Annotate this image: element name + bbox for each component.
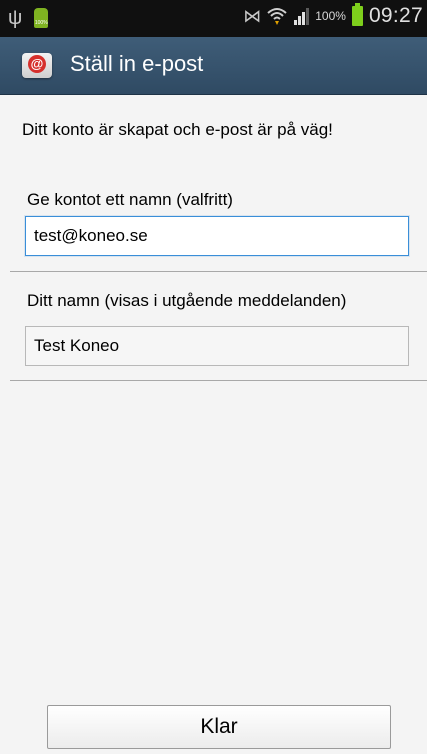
android-notification-icon: 100%	[34, 8, 49, 28]
signal-icon	[293, 7, 310, 25]
page-title: Ställ in e-post	[70, 51, 204, 76]
at-sign-icon: @	[28, 55, 46, 73]
usb-icon: ψ	[8, 7, 23, 29]
email-app-icon[interactable]: @	[22, 53, 52, 78]
wifi-icon	[267, 6, 287, 26]
clock: 09:27	[368, 4, 423, 27]
your-name-input[interactable]: Test Koneo	[25, 326, 409, 366]
intro-message: Ditt konto är skapat och e-post är på vä…	[22, 120, 333, 139]
status-bar-notifications: ψ 100%	[8, 6, 49, 30]
android-badge-text: 100%	[34, 20, 48, 26]
divider	[10, 271, 427, 272]
your-name-label: Ditt namn (visas i utgående meddelanden)	[27, 291, 347, 310]
battery-icon	[351, 3, 363, 26]
action-bar: @ Ställ in e-post	[0, 37, 427, 95]
divider	[10, 380, 427, 381]
mute-icon: ⋈	[243, 5, 262, 26]
done-button[interactable]: Klar	[47, 705, 391, 749]
status-bar: ψ 100% ⋈ 100% 09:27	[0, 0, 427, 37]
account-name-input[interactable]: test@koneo.se	[25, 216, 409, 256]
status-bar-system: ⋈ 100% 09:27	[243, 3, 423, 28]
battery-percent: 100%	[315, 9, 346, 23]
account-name-label: Ge kontot ett namn (valfritt)	[27, 190, 233, 209]
